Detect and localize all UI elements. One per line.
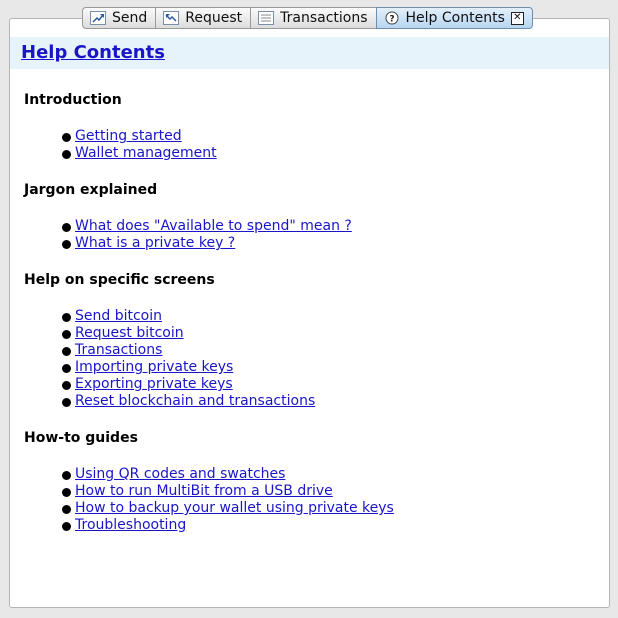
bullet-icon — [62, 398, 71, 407]
section-screens: Help on specific screens Send bitcoin Re… — [24, 271, 594, 410]
help-link[interactable]: How to run MultiBit from a USB drive — [75, 483, 333, 500]
send-icon — [89, 10, 107, 26]
help-content: Introduction Getting started Wallet mana… — [24, 91, 594, 553]
section-heading: Help on specific screens — [24, 272, 215, 288]
bullet-icon — [62, 240, 71, 249]
link-list: What does "Available to spend" mean ? Wh… — [24, 218, 594, 252]
tab-send[interactable]: Send — [82, 7, 156, 29]
help-link[interactable]: Transactions — [75, 342, 162, 359]
list-item: Wallet management — [62, 145, 594, 162]
help-link[interactable]: Exporting private keys — [75, 376, 233, 393]
list-item: Transactions — [62, 342, 594, 359]
help-link[interactable]: Importing private keys — [75, 359, 233, 376]
help-link[interactable]: Reset blockchain and transactions — [75, 393, 315, 410]
help-link[interactable]: Troubleshooting — [75, 517, 186, 534]
bullet-icon — [62, 347, 71, 356]
section-heading: How-to guides — [24, 430, 138, 446]
tab-label: Transactions — [280, 10, 368, 26]
help-link[interactable]: Wallet management — [75, 145, 217, 162]
bullet-icon — [62, 522, 71, 531]
list-item: Send bitcoin — [62, 308, 594, 325]
bullet-icon — [62, 133, 71, 142]
section-heading: Jargon explained — [24, 182, 158, 198]
tab-help-contents[interactable]: ? Help Contents ✕ — [375, 7, 533, 29]
help-link[interactable]: Getting started — [75, 128, 182, 145]
help-link[interactable]: Using QR codes and swatches — [75, 466, 285, 483]
section-jargon: Jargon explained What does "Available to… — [24, 181, 594, 252]
help-panel: Help Contents Introduction Getting start… — [9, 18, 610, 608]
section-heading: Introduction — [24, 92, 122, 108]
list-item: Request bitcoin — [62, 325, 594, 342]
list-item: How to run MultiBit from a USB drive — [62, 483, 594, 500]
list-item: Importing private keys — [62, 359, 594, 376]
list-item: Using QR codes and swatches — [62, 466, 594, 483]
bullet-icon — [62, 505, 71, 514]
tab-label: Request — [185, 10, 243, 26]
request-icon — [162, 10, 180, 26]
help-link[interactable]: How to backup your wallet using private … — [75, 500, 394, 517]
bullet-icon — [62, 471, 71, 480]
tab-request[interactable]: Request — [155, 7, 251, 29]
close-icon[interactable]: ✕ — [510, 11, 524, 25]
list-item: Getting started — [62, 128, 594, 145]
tab-transactions[interactable]: Transactions — [250, 7, 376, 29]
link-list: Using QR codes and swatches How to run M… — [24, 466, 594, 534]
list-item: Troubleshooting — [62, 517, 594, 534]
section-introduction: Introduction Getting started Wallet mana… — [24, 91, 594, 162]
svg-text:?: ? — [389, 15, 394, 25]
list-item: How to backup your wallet using private … — [62, 500, 594, 517]
bullet-icon — [62, 488, 71, 497]
transactions-icon — [257, 10, 275, 26]
help-link[interactable]: What does "Available to spend" mean ? — [75, 218, 352, 235]
link-list: Send bitcoin Request bitcoin Transaction… — [24, 308, 594, 410]
list-item: Reset blockchain and transactions — [62, 393, 594, 410]
list-item: Exporting private keys — [62, 376, 594, 393]
list-item: What does "Available to spend" mean ? — [62, 218, 594, 235]
window: Help Contents Introduction Getting start… — [0, 0, 618, 618]
section-howto: How-to guides Using QR codes and swatche… — [24, 429, 594, 534]
help-icon: ? — [383, 10, 401, 26]
bullet-icon — [62, 381, 71, 390]
page-title[interactable]: Help Contents — [21, 42, 165, 63]
bullet-icon — [62, 364, 71, 373]
help-link[interactable]: Request bitcoin — [75, 325, 184, 342]
bullet-icon — [62, 223, 71, 232]
list-item: What is a private key ? — [62, 235, 594, 252]
bullet-icon — [62, 313, 71, 322]
help-link[interactable]: Send bitcoin — [75, 308, 162, 325]
tab-label: Send — [112, 10, 148, 26]
link-list: Getting started Wallet management — [24, 128, 594, 162]
bullet-icon — [62, 150, 71, 159]
bullet-icon — [62, 330, 71, 339]
tab-label: Help Contents — [405, 10, 505, 26]
tab-bar: Send Request Transactions ? Help Content… — [82, 7, 533, 29]
help-link[interactable]: What is a private key ? — [75, 235, 235, 252]
